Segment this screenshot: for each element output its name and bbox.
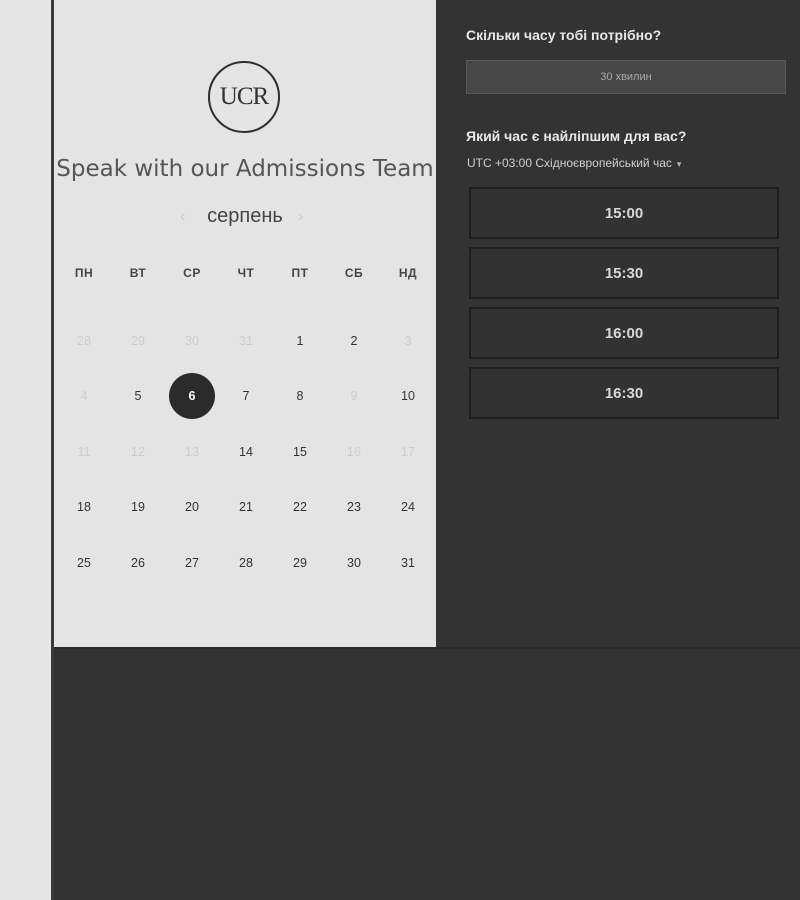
- footer-area: [54, 649, 800, 900]
- timezone-label: UTC +03:00 Східноєвропейський час: [467, 156, 672, 170]
- calendar-day[interactable]: 24: [388, 487, 428, 527]
- calendar-day[interactable]: 8: [280, 376, 320, 416]
- weekday-label: СБ: [344, 266, 364, 280]
- calendar-day: 28: [77, 334, 91, 348]
- calendar-day: 30: [185, 334, 199, 348]
- duration-select[interactable]: 30 хвилин: [466, 60, 786, 94]
- caret-down-icon: ▾: [676, 159, 682, 169]
- weekday-label: ВТ: [129, 266, 147, 280]
- weekday-label: ПН: [74, 266, 94, 280]
- page-title: Speak with our Admissions Team: [56, 156, 434, 182]
- time-slot-button[interactable]: 15:00: [469, 187, 779, 239]
- duration-question: Скільки часу тобі потрібно?: [466, 27, 662, 43]
- time-slot-button[interactable]: 16:00: [469, 307, 779, 359]
- calendar-day[interactable]: 2: [334, 321, 374, 361]
- calendar-day: 29: [131, 334, 145, 348]
- calendar-day: 9: [350, 389, 358, 403]
- calendar-day[interactable]: 21: [226, 487, 266, 527]
- calendar-day: 31: [239, 334, 253, 348]
- weekday-label: ПТ: [291, 266, 309, 280]
- calendar-day: 4: [80, 389, 88, 403]
- left-gutter: [0, 0, 51, 900]
- calendar-day[interactable]: 18: [64, 487, 104, 527]
- calendar-day[interactable]: 5: [118, 376, 158, 416]
- weekday-label: ЧТ: [237, 266, 255, 280]
- calendar-day[interactable]: 25: [64, 543, 104, 583]
- month-label: серпень: [207, 205, 283, 227]
- calendar-day[interactable]: 22: [280, 487, 320, 527]
- weekday-label: СР: [183, 266, 201, 280]
- calendar-day[interactable]: 26: [118, 543, 158, 583]
- calendar-day: 12: [131, 445, 145, 459]
- calendar-day: 11: [77, 445, 91, 459]
- calendar-day[interactable]: 31: [388, 543, 428, 583]
- calendar-day[interactable]: 10: [388, 376, 428, 416]
- calendar-day-selected[interactable]: 6: [169, 373, 215, 419]
- calendar-day: 13: [185, 445, 199, 459]
- weekday-header: ПН ВТ СР ЧТ ПТ СБ НД: [57, 266, 435, 280]
- chevron-right-icon[interactable]: ›: [298, 205, 303, 229]
- calendar-day: 17: [401, 445, 415, 459]
- calendar-day: 3: [404, 334, 412, 348]
- booking-options-panel: Скільки часу тобі потрібно? 30 хвилин Як…: [436, 0, 800, 647]
- calendar-day[interactable]: 14: [226, 432, 266, 472]
- calendar-day[interactable]: 7: [226, 376, 266, 416]
- calendar-day[interactable]: 1: [280, 321, 320, 361]
- calendar-day[interactable]: 27: [172, 543, 212, 583]
- calendar-day[interactable]: 19: [118, 487, 158, 527]
- ucr-logo: UCR: [208, 61, 280, 133]
- month-navigation: ‹ серпень ›: [54, 205, 436, 233]
- calendar-day[interactable]: 28: [226, 543, 266, 583]
- time-slot-button[interactable]: 16:30: [469, 367, 779, 419]
- time-question: Який час є найліпшим для вас?: [466, 128, 687, 144]
- timezone-select[interactable]: UTC +03:00 Східноєвропейський час ▾: [467, 156, 681, 170]
- calendar-day[interactable]: 30: [334, 543, 374, 583]
- calendar-day[interactable]: 20: [172, 487, 212, 527]
- calendar-day[interactable]: 29: [280, 543, 320, 583]
- calendar-day[interactable]: 15: [280, 432, 320, 472]
- calendar-day[interactable]: 23: [334, 487, 374, 527]
- calendar-day: 16: [347, 445, 361, 459]
- calendar-panel: UCR Speak with our Admissions Team ‹ сер…: [54, 0, 436, 647]
- time-slot-button[interactable]: 15:30: [469, 247, 779, 299]
- weekday-label: НД: [398, 266, 418, 280]
